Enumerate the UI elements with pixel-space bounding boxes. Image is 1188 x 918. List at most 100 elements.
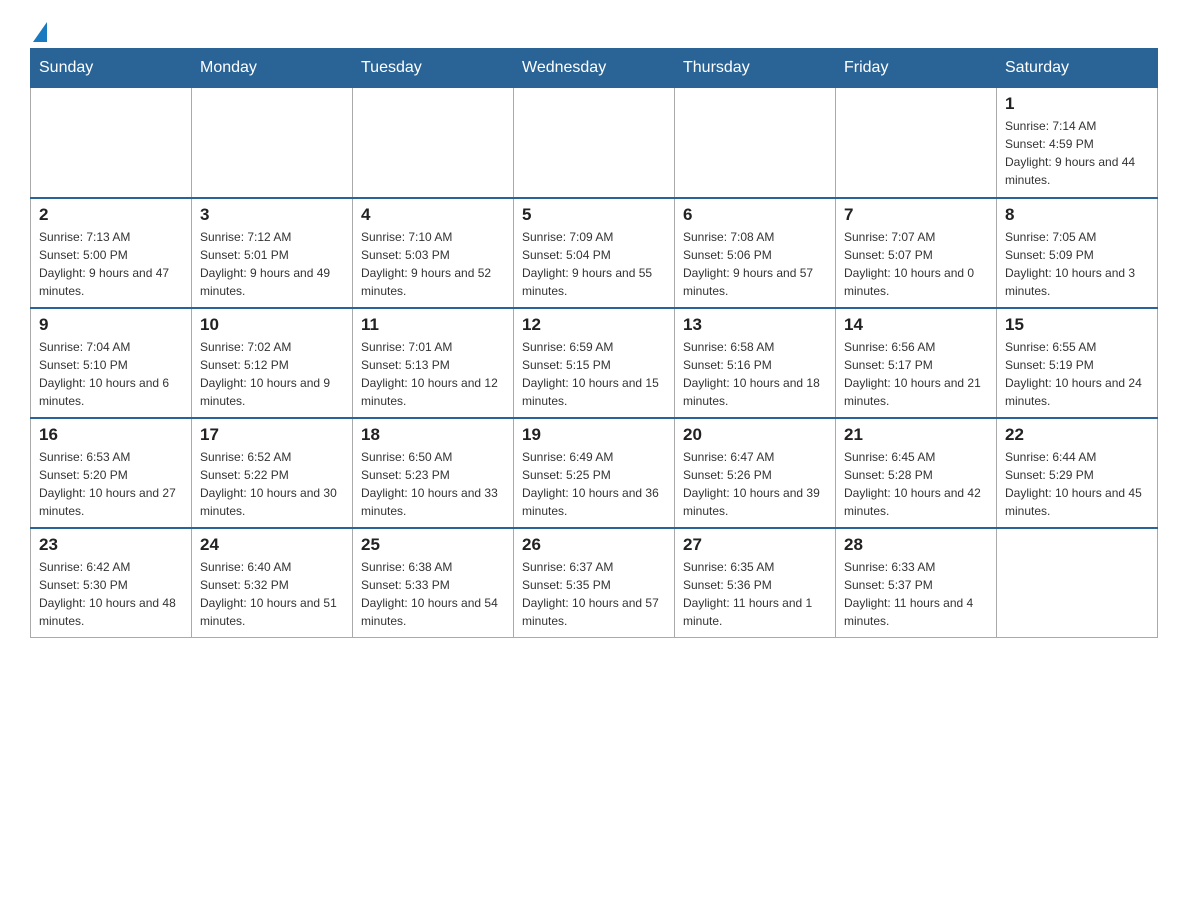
cell-sun-info: Sunrise: 6:40 AMSunset: 5:32 PMDaylight:… — [200, 558, 344, 630]
header-saturday: Saturday — [997, 49, 1158, 88]
cell-day-number: 5 — [522, 205, 666, 225]
table-row: 26 Sunrise: 6:37 AMSunset: 5:35 PMDayligh… — [514, 528, 675, 638]
header-monday: Monday — [192, 49, 353, 88]
calendar-week-row: 1 Sunrise: 7:14 AMSunset: 4:59 PMDaylight… — [31, 88, 1158, 198]
calendar-header-row: Sunday Monday Tuesday Wednesday Thursday… — [31, 49, 1158, 88]
table-row — [31, 88, 192, 198]
table-row: 18 Sunrise: 6:50 AMSunset: 5:23 PMDayligh… — [353, 418, 514, 528]
cell-day-number: 1 — [1005, 94, 1149, 114]
cell-day-number: 14 — [844, 315, 988, 335]
table-row: 2 Sunrise: 7:13 AMSunset: 5:00 PMDaylight… — [31, 198, 192, 308]
table-row: 15 Sunrise: 6:55 AMSunset: 5:19 PMDayligh… — [997, 308, 1158, 418]
cell-sun-info: Sunrise: 6:59 AMSunset: 5:15 PMDaylight:… — [522, 338, 666, 410]
cell-day-number: 4 — [361, 205, 505, 225]
cell-day-number: 28 — [844, 535, 988, 555]
table-row — [836, 88, 997, 198]
cell-day-number: 3 — [200, 205, 344, 225]
calendar-week-row: 23 Sunrise: 6:42 AMSunset: 5:30 PMDayligh… — [31, 528, 1158, 638]
cell-day-number: 15 — [1005, 315, 1149, 335]
cell-day-number: 8 — [1005, 205, 1149, 225]
cell-sun-info: Sunrise: 7:09 AMSunset: 5:04 PMDaylight:… — [522, 228, 666, 300]
cell-sun-info: Sunrise: 7:12 AMSunset: 5:01 PMDaylight:… — [200, 228, 344, 300]
cell-day-number: 25 — [361, 535, 505, 555]
table-row: 4 Sunrise: 7:10 AMSunset: 5:03 PMDaylight… — [353, 198, 514, 308]
table-row — [997, 528, 1158, 638]
table-row: 7 Sunrise: 7:07 AMSunset: 5:07 PMDaylight… — [836, 198, 997, 308]
cell-sun-info: Sunrise: 6:52 AMSunset: 5:22 PMDaylight:… — [200, 448, 344, 520]
table-row: 24 Sunrise: 6:40 AMSunset: 5:32 PMDayligh… — [192, 528, 353, 638]
table-row: 1 Sunrise: 7:14 AMSunset: 4:59 PMDaylight… — [997, 88, 1158, 198]
table-row: 14Sunrise: 6:56 AMSunset: 5:17 PMDayligh… — [836, 308, 997, 418]
cell-sun-info: Sunrise: 6:42 AMSunset: 5:30 PMDaylight:… — [39, 558, 183, 630]
cell-day-number: 11 — [361, 315, 505, 335]
cell-day-number: 17 — [200, 425, 344, 445]
cell-sun-info: Sunrise: 7:02 AMSunset: 5:12 PMDaylight:… — [200, 338, 344, 410]
table-row: 19Sunrise: 6:49 AMSunset: 5:25 PMDayligh… — [514, 418, 675, 528]
table-row: 12 Sunrise: 6:59 AMSunset: 5:15 PMDayligh… — [514, 308, 675, 418]
calendar-week-row: 9 Sunrise: 7:04 AMSunset: 5:10 PMDaylight… — [31, 308, 1158, 418]
cell-day-number: 24 — [200, 535, 344, 555]
table-row: 23 Sunrise: 6:42 AMSunset: 5:30 PMDayligh… — [31, 528, 192, 638]
cell-day-number: 12 — [522, 315, 666, 335]
table-row: 5 Sunrise: 7:09 AMSunset: 5:04 PMDaylight… — [514, 198, 675, 308]
cell-day-number: 16 — [39, 425, 183, 445]
table-row: 20 Sunrise: 6:47 AMSunset: 5:26 PMDayligh… — [675, 418, 836, 528]
cell-sun-info: Sunrise: 6:38 AMSunset: 5:33 PMDaylight:… — [361, 558, 505, 630]
table-row: 16 Sunrise: 6:53 AMSunset: 5:20 PMDayligh… — [31, 418, 192, 528]
header-thursday: Thursday — [675, 49, 836, 88]
cell-sun-info: Sunrise: 6:49 AMSunset: 5:25 PMDaylight:… — [522, 448, 666, 520]
cell-day-number: 22 — [1005, 425, 1149, 445]
cell-day-number: 23 — [39, 535, 183, 555]
cell-day-number: 21 — [844, 425, 988, 445]
table-row: 11 Sunrise: 7:01 AMSunset: 5:13 PMDayligh… — [353, 308, 514, 418]
table-row — [353, 88, 514, 198]
header-wednesday: Wednesday — [514, 49, 675, 88]
cell-sun-info: Sunrise: 7:04 AMSunset: 5:10 PMDaylight:… — [39, 338, 183, 410]
cell-sun-info: Sunrise: 6:50 AMSunset: 5:23 PMDaylight:… — [361, 448, 505, 520]
table-row: 3 Sunrise: 7:12 AMSunset: 5:01 PMDaylight… — [192, 198, 353, 308]
cell-day-number: 27 — [683, 535, 827, 555]
table-row — [675, 88, 836, 198]
cell-sun-info: Sunrise: 6:33 AMSunset: 5:37 PMDaylight:… — [844, 558, 988, 630]
cell-sun-info: Sunrise: 6:55 AMSunset: 5:19 PMDaylight:… — [1005, 338, 1149, 410]
cell-day-number: 9 — [39, 315, 183, 335]
cell-sun-info: Sunrise: 7:01 AMSunset: 5:13 PMDaylight:… — [361, 338, 505, 410]
cell-sun-info: Sunrise: 7:10 AMSunset: 5:03 PMDaylight:… — [361, 228, 505, 300]
cell-sun-info: Sunrise: 7:14 AMSunset: 4:59 PMDaylight:… — [1005, 117, 1149, 189]
cell-sun-info: Sunrise: 7:07 AMSunset: 5:07 PMDaylight:… — [844, 228, 988, 300]
cell-sun-info: Sunrise: 6:53 AMSunset: 5:20 PMDaylight:… — [39, 448, 183, 520]
cell-day-number: 18 — [361, 425, 505, 445]
table-row: 10 Sunrise: 7:02 AMSunset: 5:12 PMDayligh… — [192, 308, 353, 418]
cell-day-number: 20 — [683, 425, 827, 445]
cell-sun-info: Sunrise: 6:45 AMSunset: 5:28 PMDaylight:… — [844, 448, 988, 520]
cell-day-number: 2 — [39, 205, 183, 225]
header-tuesday: Tuesday — [353, 49, 514, 88]
calendar-week-row: 2 Sunrise: 7:13 AMSunset: 5:00 PMDaylight… — [31, 198, 1158, 308]
cell-sun-info: Sunrise: 6:58 AMSunset: 5:16 PMDaylight:… — [683, 338, 827, 410]
header-sunday: Sunday — [31, 49, 192, 88]
table-row: 27 Sunrise: 6:35 AMSunset: 5:36 PMDayligh… — [675, 528, 836, 638]
table-row — [514, 88, 675, 198]
calendar-table: Sunday Monday Tuesday Wednesday Thursday… — [30, 48, 1158, 638]
cell-sun-info: Sunrise: 7:13 AMSunset: 5:00 PMDaylight:… — [39, 228, 183, 300]
table-row — [192, 88, 353, 198]
table-row: 13 Sunrise: 6:58 AMSunset: 5:16 PMDayligh… — [675, 308, 836, 418]
table-row: 28 Sunrise: 6:33 AMSunset: 5:37 PMDayligh… — [836, 528, 997, 638]
cell-day-number: 13 — [683, 315, 827, 335]
cell-sun-info: Sunrise: 6:47 AMSunset: 5:26 PMDaylight:… — [683, 448, 827, 520]
calendar-week-row: 16 Sunrise: 6:53 AMSunset: 5:20 PMDayligh… — [31, 418, 1158, 528]
table-row: 21 Sunrise: 6:45 AMSunset: 5:28 PMDayligh… — [836, 418, 997, 528]
cell-day-number: 26 — [522, 535, 666, 555]
cell-sun-info: Sunrise: 6:35 AMSunset: 5:36 PMDaylight:… — [683, 558, 827, 630]
cell-sun-info: Sunrise: 6:37 AMSunset: 5:35 PMDaylight:… — [522, 558, 666, 630]
table-row: 6Sunrise: 7:08 AMSunset: 5:06 PMDaylight… — [675, 198, 836, 308]
cell-day-number: 10 — [200, 315, 344, 335]
page-header — [30, 20, 1158, 38]
cell-sun-info: Sunrise: 6:44 AMSunset: 5:29 PMDaylight:… — [1005, 448, 1149, 520]
table-row: 22 Sunrise: 6:44 AMSunset: 5:29 PMDayligh… — [997, 418, 1158, 528]
table-row: 25 Sunrise: 6:38 AMSunset: 5:33 PMDayligh… — [353, 528, 514, 638]
cell-day-number: 6 — [683, 205, 827, 225]
header-friday: Friday — [836, 49, 997, 88]
table-row: 9 Sunrise: 7:04 AMSunset: 5:10 PMDaylight… — [31, 308, 192, 418]
cell-day-number: 7 — [844, 205, 988, 225]
